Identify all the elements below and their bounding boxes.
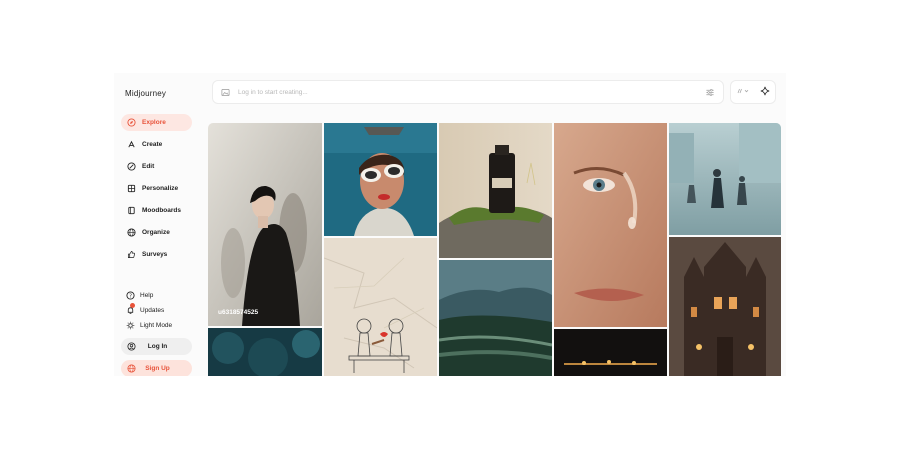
gallery-image-face-closeup[interactable]: [554, 123, 667, 327]
globe-icon: [125, 364, 137, 373]
svg-text:?: ?: [129, 293, 132, 299]
sidebar-item-edit[interactable]: Edit: [121, 158, 192, 175]
bell-icon: [125, 303, 135, 315]
sidebar-item-label: Explore: [142, 119, 166, 126]
edit-icon: [125, 162, 137, 171]
updates-label: Updates: [140, 307, 165, 314]
help-label: Help: [140, 292, 154, 299]
sliders-icon[interactable]: [705, 88, 715, 97]
prompt-bar[interactable]: [212, 80, 724, 104]
sidebar-item-label: Organize: [142, 229, 170, 236]
sidebar-item-label: Edit: [142, 163, 155, 170]
help-icon: ?: [125, 291, 135, 300]
sidebar-item-label: Surveys: [142, 251, 168, 258]
sidebar-item-organize[interactable]: Organize: [121, 224, 192, 241]
help-link[interactable]: ? Help: [125, 291, 153, 300]
app-window: Midjourney Explore Create Edit Personali…: [114, 73, 786, 376]
thumbs-up-icon: [125, 250, 137, 259]
gallery-image-portrait-woman[interactable]: u6318574525: [208, 123, 322, 326]
palette-icon: [125, 184, 137, 193]
sidebar-item-personalize[interactable]: Personalize: [121, 180, 192, 197]
gallery-image-night-city[interactable]: [554, 329, 667, 376]
creator-username[interactable]: u6318574525: [218, 309, 258, 316]
gallery-image-aerial-landscape[interactable]: [439, 260, 552, 376]
user-icon: [125, 342, 137, 351]
sparkle-icon[interactable]: [760, 86, 770, 98]
theme-label: Light Mode: [140, 322, 173, 329]
brush-icon: [125, 140, 137, 149]
theme-toggle[interactable]: Light Mode: [125, 321, 172, 330]
sidebar-item-moodboards[interactable]: Moodboards: [121, 202, 192, 219]
image-upload-icon[interactable]: [221, 88, 230, 97]
compass-icon: [125, 118, 137, 127]
sidebar-item-explore[interactable]: Explore: [121, 114, 192, 131]
gallery-image-city-people[interactable]: [669, 123, 781, 235]
signup-label: Sign Up: [145, 365, 170, 372]
toolbar-right: [730, 80, 776, 104]
sidebar-item-create[interactable]: Create: [121, 136, 192, 153]
sun-icon: [125, 321, 135, 330]
signup-button[interactable]: Sign Up: [121, 360, 192, 376]
app-logo[interactable]: Midjourney: [125, 89, 166, 98]
gallery-image-perfume[interactable]: [439, 123, 552, 258]
sidebar: Midjourney Explore Create Edit Personali…: [114, 73, 202, 376]
version-select[interactable]: [736, 87, 750, 97]
updates-link[interactable]: Updates: [125, 303, 165, 315]
prompt-input[interactable]: [236, 87, 705, 97]
globe-icon: [125, 228, 137, 237]
login-label: Log In: [147, 343, 168, 350]
moodboard-icon: [125, 206, 137, 215]
sidebar-item-label: Personalize: [142, 185, 179, 192]
gallery-image-gothic-building[interactable]: [669, 237, 781, 376]
login-button[interactable]: Log In: [121, 338, 192, 355]
sidebar-item-label: Moodboards: [142, 207, 181, 214]
gallery-image-sketch-couple[interactable]: [324, 238, 437, 376]
sidebar-item-surveys[interactable]: Surveys: [121, 246, 192, 263]
gallery-image-teal-flowers[interactable]: [208, 328, 322, 376]
sidebar-item-label: Create: [142, 141, 163, 148]
notification-badge: [130, 303, 135, 308]
explore-gallery: u6318574525: [208, 123, 781, 376]
gallery-image-sunglasses[interactable]: [324, 123, 437, 236]
